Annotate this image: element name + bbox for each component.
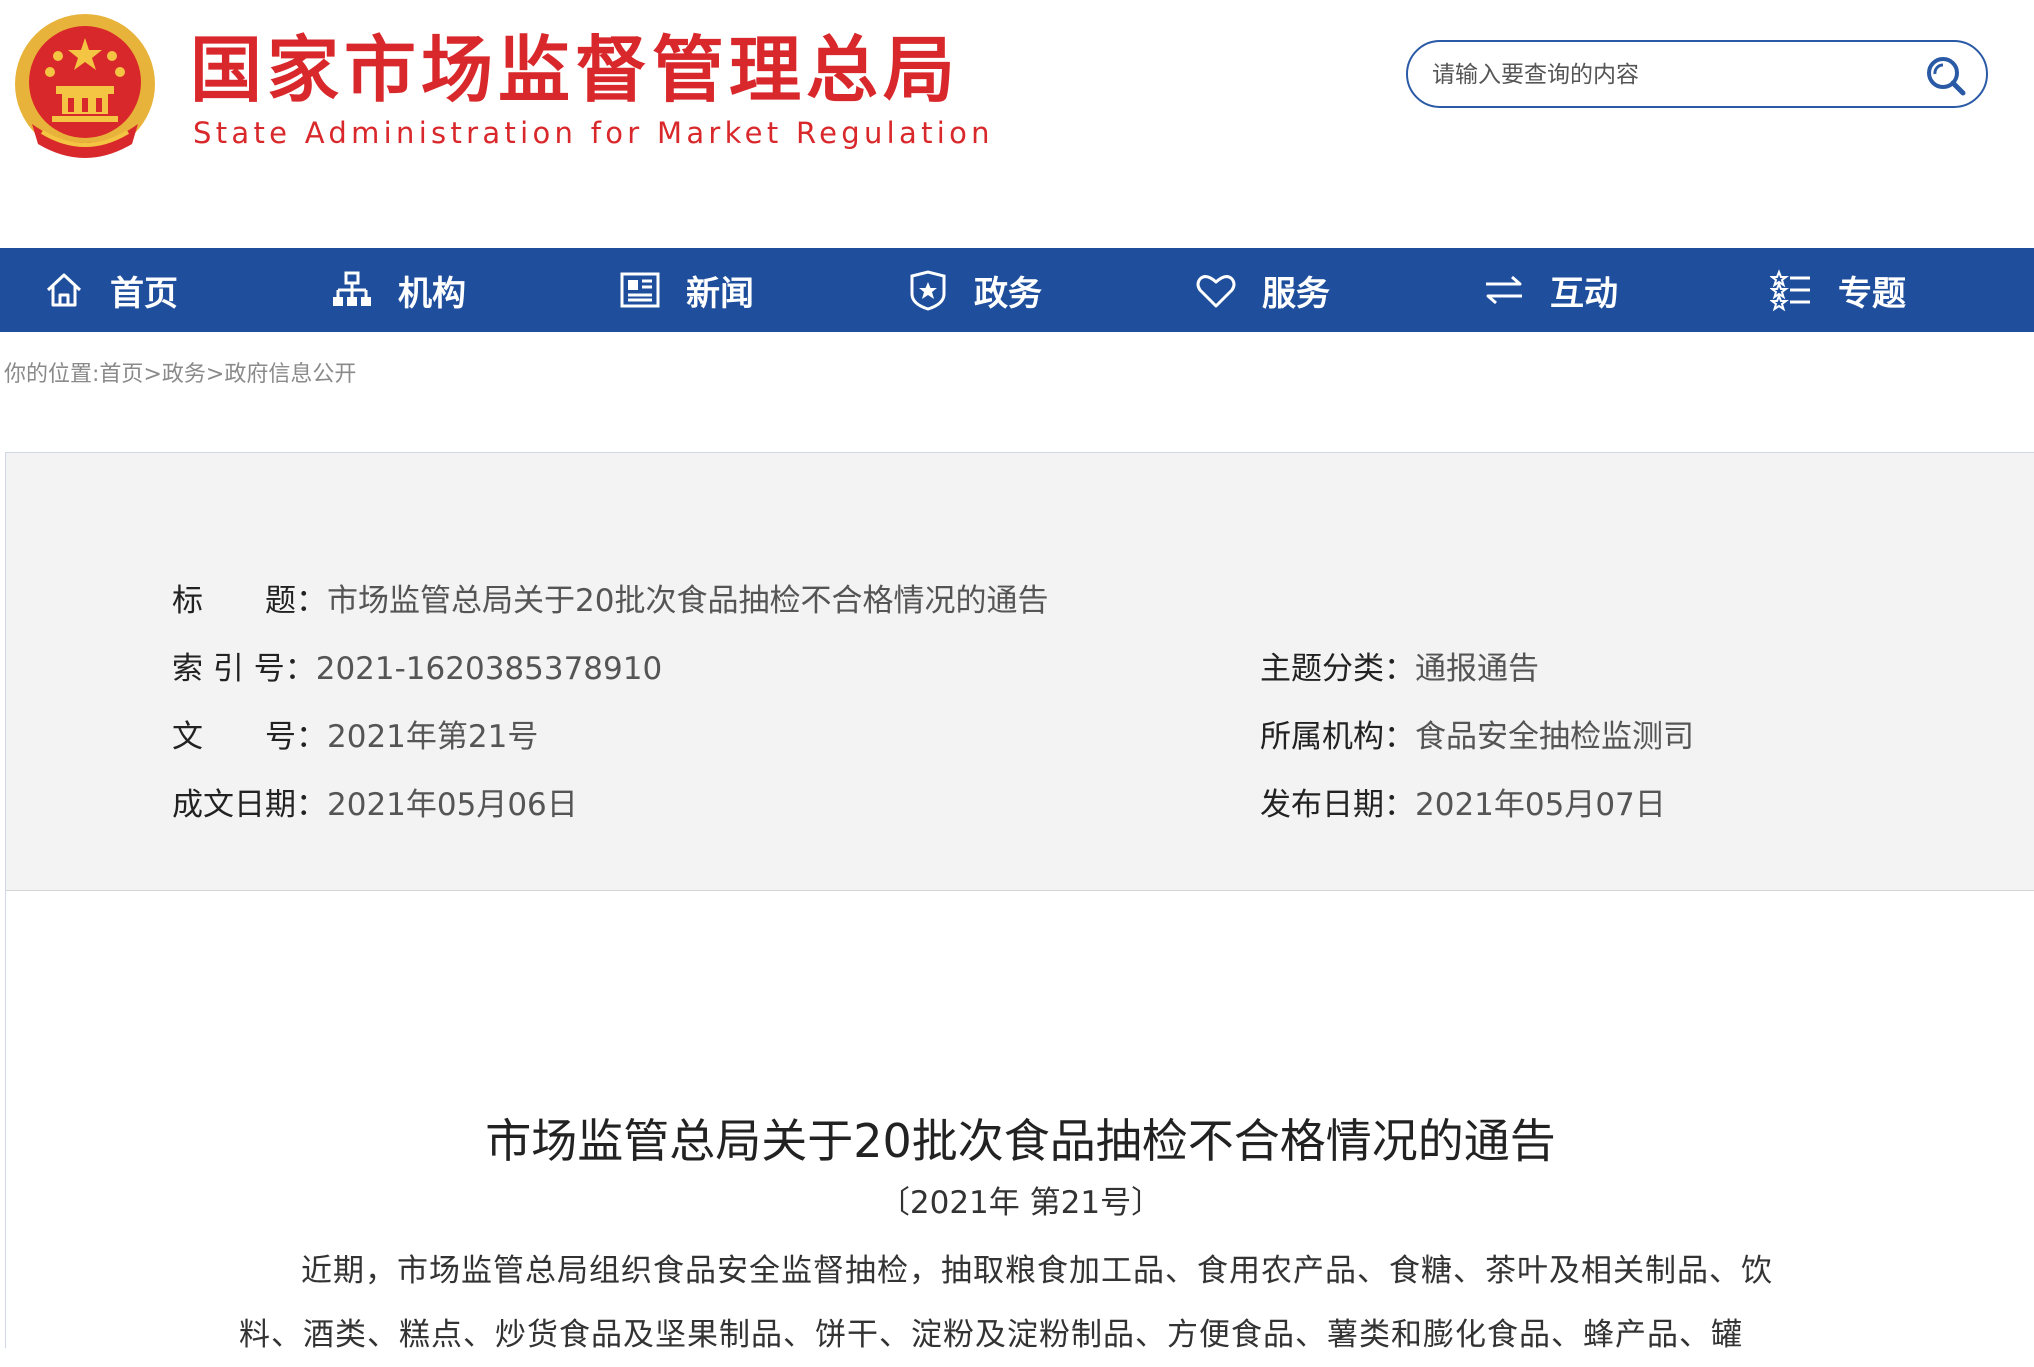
nav-item-interaction[interactable]: 互动 xyxy=(1482,248,1618,332)
nav-item-government[interactable]: 政务 xyxy=(906,248,1042,332)
nav-item-label: 新闻 xyxy=(686,273,754,314)
nav-item-label: 政务 xyxy=(974,273,1042,314)
breadcrumb: 你的位置:首页>政务>政府信息公开 xyxy=(4,356,356,388)
breadcrumb-separator: > xyxy=(143,362,162,387)
meta-index-value: 2021-1620385378910 xyxy=(315,651,663,687)
meta-org-label: 所属机构： xyxy=(1260,719,1415,755)
meta-publish-value: 2021年05月07日 xyxy=(1415,787,1666,823)
nav-item-service[interactable]: 服务 xyxy=(1194,248,1330,332)
home-icon xyxy=(46,273,82,307)
nav-item-label: 互动 xyxy=(1550,273,1618,314)
exchange-arrows-icon xyxy=(1486,275,1522,305)
meta-topic-value: 通报通告 xyxy=(1415,651,1539,687)
article-number: 〔2021年 第21号〕 xyxy=(878,1185,1163,1221)
nav-item-label: 首页 xyxy=(110,273,178,314)
breadcrumb-item-disclosure[interactable]: 政府信息公开 xyxy=(224,362,356,387)
heart-icon xyxy=(1196,275,1236,308)
meta-docno-label: 文 号： xyxy=(172,719,327,755)
topics-list-icon xyxy=(1770,269,1810,312)
breadcrumb-prefix: 你的位置: xyxy=(4,362,100,387)
meta-docno: 文 号：2021年第21号 xyxy=(172,717,538,757)
meta-publish-date: 发布日期：2021年05月07日 xyxy=(1260,785,1666,825)
nav-item-org[interactable]: 机构 xyxy=(330,248,466,332)
search-box xyxy=(1406,40,1988,108)
meta-topic-label: 主题分类： xyxy=(1260,651,1415,687)
meta-written-label: 成文日期： xyxy=(172,787,327,823)
search-input[interactable] xyxy=(1430,54,1904,96)
nav-item-news[interactable]: 新闻 xyxy=(618,248,754,332)
nav-item-label: 服务 xyxy=(1262,273,1330,314)
newspaper-icon xyxy=(620,272,660,308)
search-button[interactable] xyxy=(1924,54,1968,98)
nav-item-home[interactable]: 首页 xyxy=(42,248,178,332)
meta-docno-value: 2021年第21号 xyxy=(327,719,539,755)
meta-publish-label: 发布日期： xyxy=(1260,787,1415,823)
meta-index-label: 索 引 号： xyxy=(172,651,316,687)
meta-org: 所属机构：食品安全抽检监测司 xyxy=(1260,717,1694,757)
site-title-en[interactable]: State Administration for Market Regulati… xyxy=(193,116,994,150)
nav-item-label: 机构 xyxy=(398,273,466,314)
meta-title: 标 题：市场监管总局关于20批次食品抽检不合格情况的通告 xyxy=(172,581,1048,621)
nav-item-label: 专题 xyxy=(1838,273,1906,314)
meta-written-value: 2021年05月06日 xyxy=(327,787,578,823)
shield-icon xyxy=(910,270,946,311)
breadcrumb-item-home[interactable]: 首页 xyxy=(99,362,143,387)
meta-title-label: 标 题： xyxy=(172,583,327,619)
meta-org-value: 食品安全抽检监测司 xyxy=(1415,719,1694,755)
site-header: 国家市场监督管理总局 State Administration for Mark… xyxy=(0,0,2034,248)
article-container: 标 题：市场监管总局关于20批次食品抽检不合格情况的通告 索 引 号：2021-… xyxy=(5,452,2034,1353)
nav-item-topics[interactable]: 专题 xyxy=(1770,248,1906,332)
article-title: 市场监管总局关于20批次食品抽检不合格情况的通告 xyxy=(485,1114,1556,1168)
breadcrumb-item-government[interactable]: 政务 xyxy=(162,362,206,387)
org-chart-icon xyxy=(333,271,371,306)
search-icon xyxy=(1927,57,1966,96)
breadcrumb-separator: > xyxy=(205,362,225,387)
national-emblem-logo[interactable] xyxy=(12,12,158,164)
meta-index: 索 引 号：2021-1620385378910 xyxy=(172,649,662,689)
meta-title-value: 市场监管总局关于20批次食品抽检不合格情况的通告 xyxy=(327,583,1049,619)
document-meta-panel: 标 题：市场监管总局关于20批次食品抽检不合格情况的通告 索 引 号：2021-… xyxy=(6,453,2034,891)
meta-topic: 主题分类：通报通告 xyxy=(1260,649,1539,689)
site-title-cn[interactable]: 国家市场监督管理总局 xyxy=(190,28,960,112)
meta-written-date: 成文日期：2021年05月06日 xyxy=(172,785,578,825)
main-nav: 首页 机构 新闻 政务 服务 互动 专题 xyxy=(0,248,2034,332)
